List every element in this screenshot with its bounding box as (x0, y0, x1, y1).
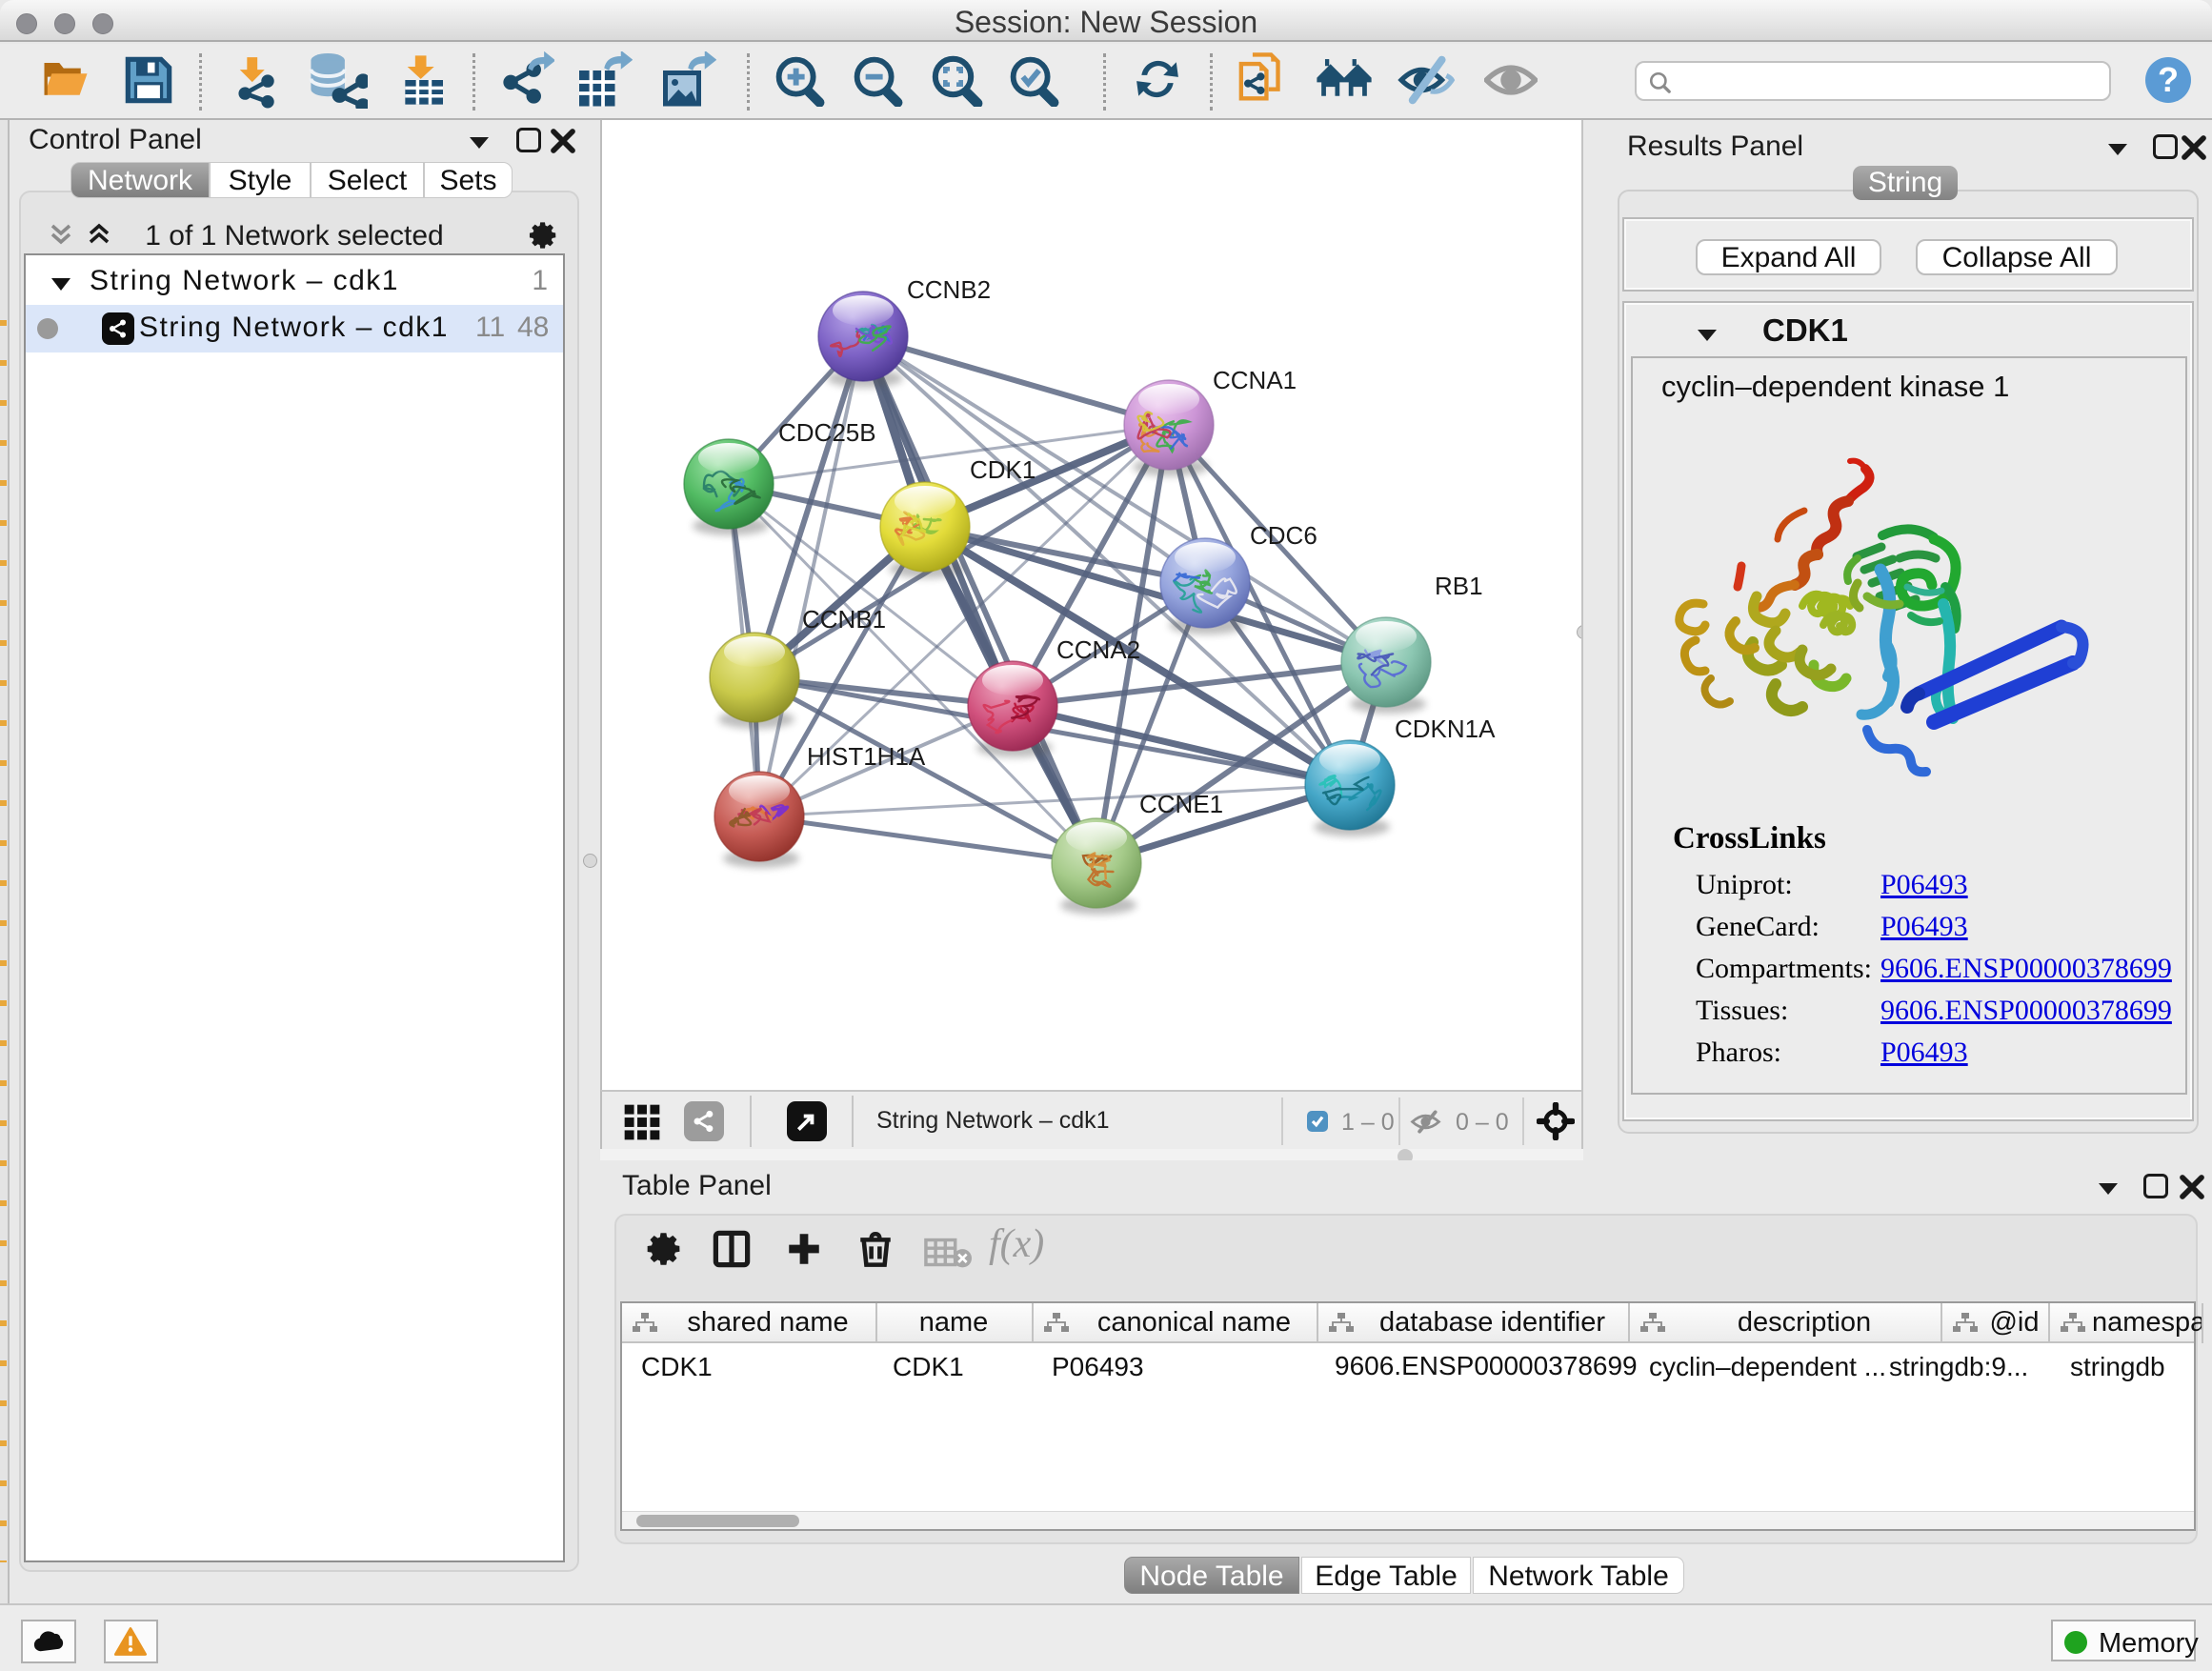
svg-text:HIST1H1A: HIST1H1A (807, 742, 926, 771)
svg-text:CDK1: CDK1 (970, 455, 1036, 484)
svg-text:CCNE1: CCNE1 (1139, 790, 1223, 818)
svg-text:CCNA2: CCNA2 (1056, 635, 1140, 664)
svg-text:RB1: RB1 (1435, 572, 1483, 600)
svg-text:CCNB2: CCNB2 (907, 275, 991, 304)
svg-text:CCNA1: CCNA1 (1213, 366, 1297, 394)
svg-text:CDC25B: CDC25B (778, 418, 876, 447)
svg-text:CCNB1: CCNB1 (802, 605, 886, 634)
svg-text:CDC6: CDC6 (1250, 521, 1317, 550)
svg-text:CDKN1A: CDKN1A (1395, 715, 1496, 743)
